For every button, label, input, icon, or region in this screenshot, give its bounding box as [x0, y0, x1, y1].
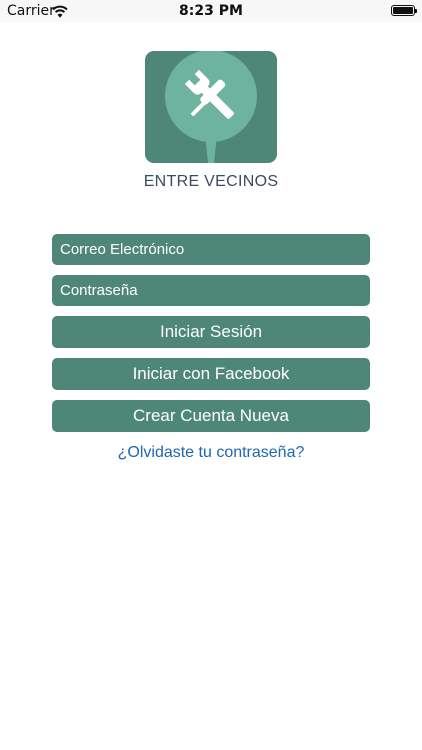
battery-icon — [391, 5, 417, 16]
wrench-screwdriver-icon — [145, 50, 277, 163]
create-account-button[interactable]: Crear Cuenta Nueva — [52, 400, 370, 432]
app-title: ENTRE VECINOS — [143, 173, 279, 190]
email-field[interactable] — [52, 234, 370, 265]
app-logo — [145, 50, 277, 163]
forgot-password-link[interactable]: ¿Olvidaste tu contraseña? — [0, 444, 422, 462]
password-field[interactable] — [52, 275, 370, 306]
login-button[interactable]: Iniciar Sesión — [52, 316, 370, 348]
facebook-login-button[interactable]: Iniciar con Facebook — [52, 358, 370, 390]
status-bar: Carrier 8:23 PM — [0, 0, 422, 22]
clock: 8:23 PM — [179, 3, 243, 19]
